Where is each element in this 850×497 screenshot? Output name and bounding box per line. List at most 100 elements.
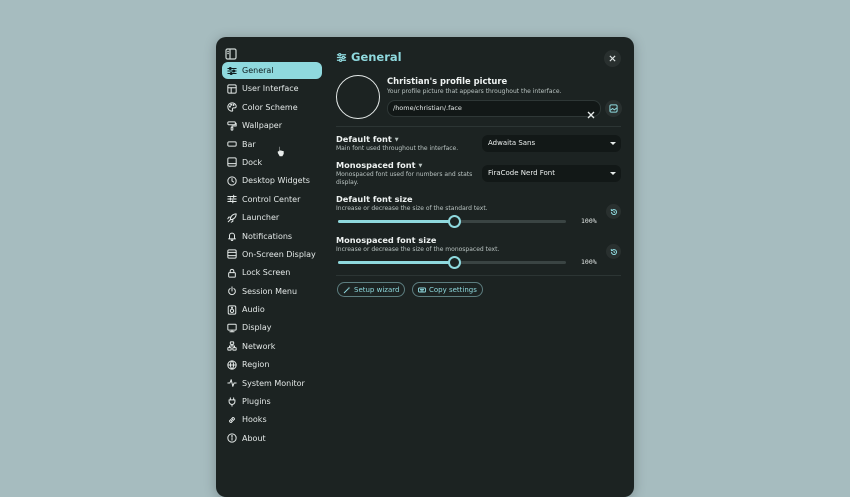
mono-font-select[interactable]: FiraCode Nerd Font xyxy=(482,165,621,182)
sliders-icon xyxy=(227,66,237,75)
clock-icon xyxy=(227,176,237,186)
page-header: General xyxy=(336,50,402,64)
bell-icon xyxy=(228,232,236,242)
sidebar-item-general[interactable]: General xyxy=(222,62,322,79)
mouse-cursor-icon xyxy=(277,142,285,157)
sidebar-item-label: Control Center xyxy=(242,194,301,204)
sidebar-item-desktop-widgets[interactable]: Desktop Widgets xyxy=(222,172,322,189)
osd-icon xyxy=(227,249,237,260)
sidebar-item-on-screen-display[interactable]: On-Screen Display xyxy=(222,246,322,263)
copy-settings-button[interactable]: Copy settings xyxy=(412,282,483,297)
layout-icon xyxy=(227,84,237,94)
sidebar-item-label: Display xyxy=(242,323,272,333)
sidebar-item-bar[interactable]: Bar xyxy=(222,136,322,153)
sidebar-item-session-menu[interactable]: Session Menu xyxy=(222,283,322,300)
sidebar-item-label: Color Scheme xyxy=(242,102,298,112)
main-panel: General Christian's profile picture Your… xyxy=(336,37,626,497)
rocket-icon xyxy=(227,212,237,223)
reset-mono-font-size-button[interactable] xyxy=(606,244,621,259)
sidebar-item-label: Dock xyxy=(242,157,263,167)
default-font-value: Adwaita Sans xyxy=(488,139,536,147)
slider-handle[interactable] xyxy=(448,256,461,269)
mono-font-size-slider[interactable] xyxy=(338,256,566,269)
sidebar-item-user-interface[interactable]: User Interface xyxy=(222,80,322,97)
page-title: General xyxy=(351,50,402,64)
power-icon xyxy=(228,286,236,296)
dropdown-arrow-icon xyxy=(610,172,616,175)
sidebar-item-audio[interactable]: Audio xyxy=(222,301,322,318)
close-button[interactable] xyxy=(604,50,621,67)
divider xyxy=(336,126,621,127)
sidebar-item-about[interactable]: About xyxy=(222,430,322,447)
default-font-size-description: Increase or decrease the size of the sta… xyxy=(336,205,488,212)
sidebar-item-label: Region xyxy=(242,360,270,370)
paint-roller-icon xyxy=(227,121,237,131)
mono-font-value: FiraCode Nerd Font xyxy=(488,169,555,177)
sidebar-item-label: Hooks xyxy=(242,415,267,425)
sidebar-item-dock[interactable]: Dock xyxy=(222,154,322,171)
bar-icon xyxy=(227,141,237,147)
wand-icon xyxy=(343,286,351,293)
lock-icon xyxy=(228,268,236,278)
sidebar-item-region[interactable]: Region xyxy=(222,356,322,373)
audio-icon xyxy=(227,304,237,315)
sidebar-item-label: Wallpaper xyxy=(242,121,283,131)
sidebar-item-hooks[interactable]: Hooks xyxy=(222,411,322,428)
sidebar-item-label: Launcher xyxy=(242,213,280,223)
sidebar-item-lock-screen[interactable]: Lock Screen xyxy=(222,264,322,281)
sidebar: General User Interface Color Scheme Wallpap… xyxy=(216,37,326,497)
control-icon xyxy=(227,194,237,204)
sidebar-nav: General User Interface Color Scheme Wallpap… xyxy=(222,62,322,448)
default-font-select[interactable]: Adwaita Sans xyxy=(482,135,621,152)
sidebar-item-control-center[interactable]: Control Center xyxy=(222,191,322,208)
reset-icon xyxy=(610,248,617,255)
sidebar-item-label: Desktop Widgets xyxy=(242,176,310,186)
avatar[interactable] xyxy=(336,75,380,119)
caret-icon: ▼ xyxy=(394,136,399,143)
pulse-icon xyxy=(227,379,237,387)
profile-picture-description: Your profile picture that appears throug… xyxy=(387,88,562,95)
setup-wizard-label: Setup wizard xyxy=(354,285,400,294)
profile-path-input[interactable]: /home/christian/.face xyxy=(387,100,601,117)
close-icon xyxy=(609,55,616,62)
clear-icon[interactable] xyxy=(587,104,595,119)
mono-font-size-value: 100% xyxy=(581,258,597,266)
sidebar-item-notifications[interactable]: Notifications xyxy=(222,228,322,245)
setup-wizard-button[interactable]: Setup wizard xyxy=(337,282,406,297)
browse-image-button[interactable] xyxy=(605,100,622,117)
sidebar-item-color-scheme[interactable]: Color Scheme xyxy=(222,99,322,116)
sidebar-item-system-monitor[interactable]: System Monitor xyxy=(222,375,322,392)
sidebar-item-label: On-Screen Display xyxy=(242,249,316,259)
sidebar-item-label: General xyxy=(242,66,274,75)
plug-icon xyxy=(228,396,236,407)
sidebar-item-label: Audio xyxy=(242,305,265,315)
reset-default-font-size-button[interactable] xyxy=(606,204,621,219)
sidebar-item-label: Notifications xyxy=(242,231,293,241)
slider-handle[interactable] xyxy=(448,215,461,228)
info-icon xyxy=(227,433,237,443)
image-icon xyxy=(609,104,618,113)
network-icon xyxy=(227,341,237,352)
default-font-size-slider[interactable] xyxy=(338,215,566,228)
sidebar-item-label: User Interface xyxy=(242,84,299,94)
sidebar-item-network[interactable]: Network xyxy=(222,338,322,355)
mono-font-title: Monospaced font ▼ xyxy=(336,160,423,170)
default-font-size-title: Default font size xyxy=(336,194,413,204)
monitor-icon xyxy=(227,323,237,333)
copy-settings-label: Copy settings xyxy=(429,285,477,294)
keyboard-icon xyxy=(418,287,426,292)
globe-icon xyxy=(227,360,237,370)
default-font-title: Default font ▼ xyxy=(336,134,399,144)
sidebar-item-display[interactable]: Display xyxy=(222,319,322,336)
sidebar-item-launcher[interactable]: Launcher xyxy=(222,209,322,226)
sidebar-item-plugins[interactable]: Plugins xyxy=(222,393,322,410)
palette-icon xyxy=(227,102,237,112)
slider-fill xyxy=(338,261,454,264)
sidebar-toggle-icon[interactable] xyxy=(225,45,237,60)
sidebar-item-wallpaper[interactable]: Wallpaper xyxy=(222,117,322,134)
mono-font-description: Monospaced font used for numbers and sta… xyxy=(336,171,473,186)
default-font-description: Main font used throughout the interface. xyxy=(336,145,459,152)
link-icon xyxy=(229,416,235,423)
sidebar-item-label: System Monitor xyxy=(242,378,305,388)
settings-window: General User Interface Color Scheme Wallpap… xyxy=(216,37,634,497)
